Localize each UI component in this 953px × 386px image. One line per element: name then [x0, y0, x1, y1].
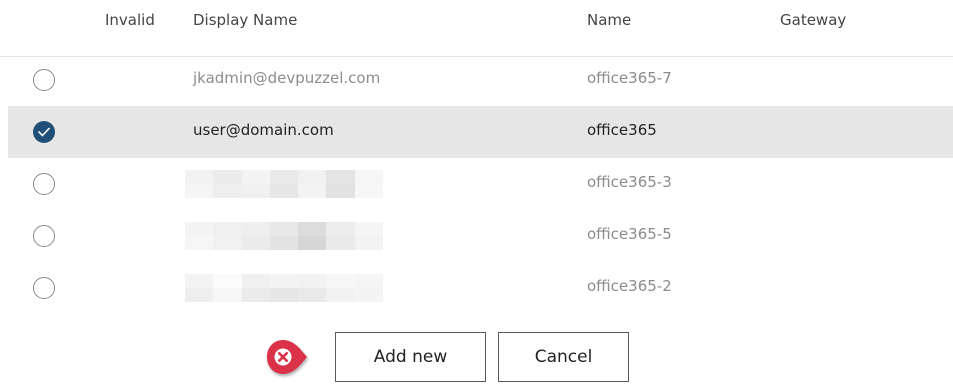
- display-name-cell: jkadmin@devpuzzel.com: [193, 69, 381, 87]
- header-invalid: Invalid: [105, 11, 155, 29]
- redacted-display-name: [185, 274, 383, 302]
- header-gateway: Gateway: [780, 11, 847, 29]
- table-row[interactable]: office365-5: [8, 210, 953, 262]
- close-badge-icon: [263, 335, 309, 379]
- name-cell: office365: [587, 121, 657, 139]
- name-cell: office365-2: [587, 277, 672, 295]
- redacted-display-name: [185, 170, 383, 198]
- row-radio[interactable]: [33, 121, 55, 143]
- row-radio[interactable]: [33, 69, 55, 91]
- row-radio[interactable]: [33, 173, 55, 195]
- row-radio[interactable]: [33, 277, 55, 299]
- redacted-display-name: [185, 222, 383, 250]
- display-name-cell: user@domain.com: [193, 121, 334, 139]
- add-new-button[interactable]: Add new: [335, 332, 486, 382]
- name-cell: office365-5: [587, 225, 672, 243]
- header-name: Name: [587, 11, 632, 29]
- table-row[interactable]: office365-3: [8, 158, 953, 210]
- table-row[interactable]: user@domain.com office365: [8, 106, 953, 158]
- table-row[interactable]: jkadmin@devpuzzel.com office365-7: [8, 54, 953, 106]
- check-icon: [38, 127, 50, 137]
- table-row[interactable]: office365-2: [8, 262, 953, 314]
- name-cell: office365-7: [587, 69, 672, 87]
- name-cell: office365-3: [587, 173, 672, 191]
- cancel-button[interactable]: Cancel: [498, 332, 629, 382]
- row-radio[interactable]: [33, 225, 55, 247]
- header-display-name: Display Name: [193, 11, 298, 29]
- table-header: Invalid Display Name Name Gateway: [0, 0, 953, 57]
